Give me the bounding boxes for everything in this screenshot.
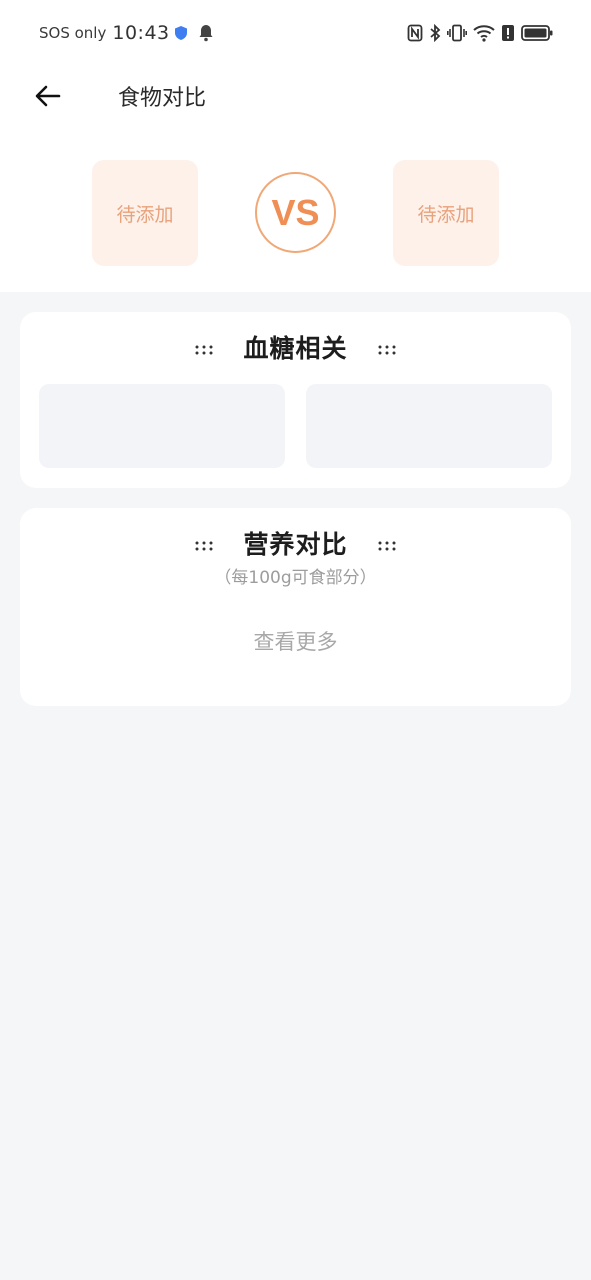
status-bar: SOS only 10:43 — [0, 0, 591, 66]
glucose-section-card: 血糖相关 — [20, 312, 571, 488]
dots-decoration-icon — [195, 537, 213, 551]
status-right — [407, 24, 553, 42]
dots-decoration-icon — [195, 341, 213, 355]
wifi-icon — [473, 24, 495, 42]
app-header: 食物对比 — [0, 70, 591, 122]
dots-decoration-icon — [378, 341, 396, 355]
glucose-section-title: 血糖相关 — [243, 334, 348, 363]
arrow-left-icon — [35, 85, 61, 107]
carrier-text: SOS only — [39, 24, 107, 42]
nutrition-subtitle: （每100g可食部分） — [214, 568, 377, 588]
page-title: 食物对比 — [118, 86, 207, 111]
view-more-button[interactable]: 查看更多 — [20, 626, 571, 656]
glucose-right-placeholder — [306, 384, 552, 468]
bluetooth-icon — [429, 24, 441, 42]
nutrition-section-title: 营养对比 — [243, 530, 348, 559]
shield-icon — [174, 25, 188, 41]
battery-icon — [521, 24, 553, 42]
nutrition-section-card: 营养对比 （每100g可食部分） 查看更多 — [20, 508, 571, 706]
nfc-icon — [407, 24, 423, 42]
dots-decoration-icon — [378, 537, 396, 551]
back-button[interactable] — [28, 76, 68, 116]
add-food-left-slot[interactable]: 待添加 — [92, 160, 198, 266]
compare-row: 待添加 VS 待添加 — [0, 160, 591, 266]
glucose-title-row: 血糖相关 — [20, 330, 571, 364]
add-food-right-slot[interactable]: 待添加 — [393, 160, 499, 266]
glucose-left-placeholder — [39, 384, 285, 468]
bell-icon — [198, 24, 214, 42]
vibrate-icon — [447, 24, 467, 42]
nutrition-title-row: 营养对比 — [20, 526, 571, 560]
alert-icon — [501, 24, 515, 42]
clock-time: 10:43 — [112, 22, 170, 44]
top-area: SOS only 10:43 食物对比 待添加 VS 待添加 — [0, 0, 591, 292]
status-left: SOS only 10:43 — [39, 22, 214, 44]
vs-badge: VS — [255, 172, 336, 253]
